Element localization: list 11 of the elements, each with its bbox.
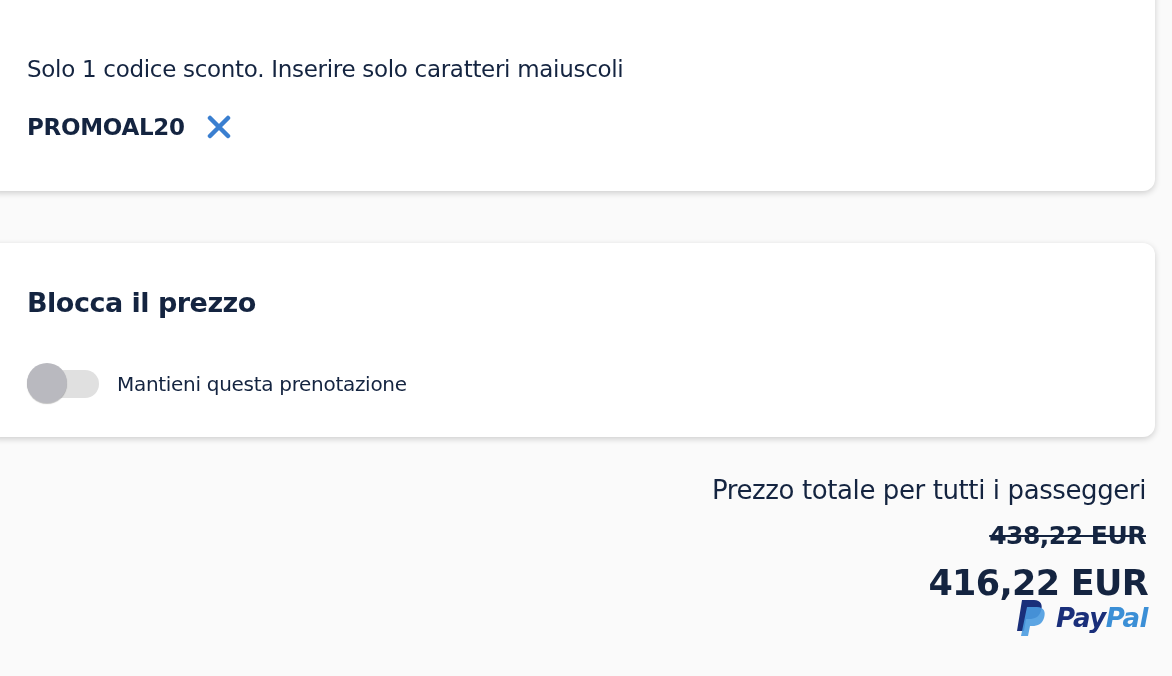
old-price: 438,22 EUR xyxy=(989,521,1146,550)
toggle-label: Mantieni questa prenotazione xyxy=(117,372,407,396)
discount-hint: Solo 1 codice sconto. Inserire solo caratteri maiuscoli xyxy=(27,55,625,84)
paypal-icon xyxy=(1016,600,1047,636)
paypal-logo: PayPal xyxy=(1056,603,1148,633)
close-icon[interactable] xyxy=(206,115,231,139)
discount-code: PROMOAL20 xyxy=(27,114,185,140)
total-price: 416,22 EUR xyxy=(928,562,1148,604)
card-title: Blocca il prezzo xyxy=(27,287,257,318)
total-label: Prezzo totale per tutti i passeggeri xyxy=(711,475,1146,505)
toggle-switch[interactable] xyxy=(27,363,99,405)
